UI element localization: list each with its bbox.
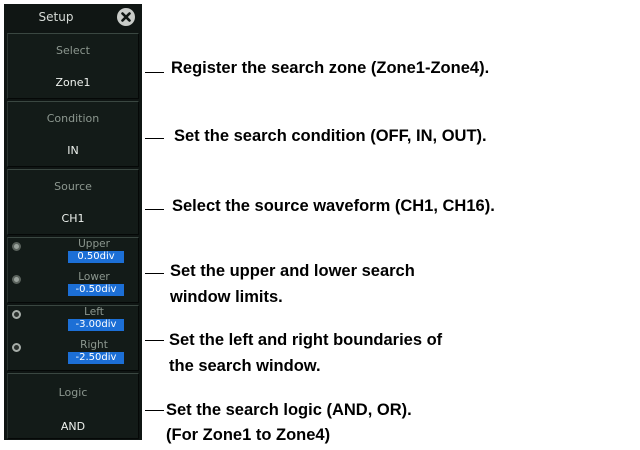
lower-value-field[interactable]: -0.50div: [68, 284, 124, 296]
lower-label: Lower: [78, 271, 110, 283]
select-zone-button[interactable]: Select Zone1: [7, 33, 139, 99]
annotation-left-right-line2: the search window.: [169, 357, 321, 375]
annotation-source: Select the source waveform (CH1, CH16).: [172, 197, 495, 215]
annotation-logic-line2: (For Zone1 to Zone4): [166, 426, 331, 444]
close-icon: [121, 12, 131, 22]
annotation-upper-lower-line1: Set the upper and lower search: [170, 262, 415, 280]
right-value-field[interactable]: -2.50div: [68, 352, 124, 364]
condition-value: IN: [67, 144, 79, 157]
source-label: Source: [54, 180, 92, 193]
setup-menu-panel: Setup Select Zone1 Condition IN Source C…: [4, 4, 142, 440]
right-radio[interactable]: [12, 343, 21, 352]
source-value: CH1: [61, 212, 85, 225]
select-value: Zone1: [55, 76, 91, 89]
menu-header: Setup: [4, 4, 142, 30]
upper-radio[interactable]: [12, 242, 21, 251]
leader-line-upper-lower: [145, 273, 164, 274]
left-right-group: Left -3.00div Right -2.50div: [7, 305, 139, 371]
logic-value: AND: [60, 420, 86, 433]
upper-value-field[interactable]: 0.50div: [68, 251, 124, 263]
lower-radio[interactable]: [12, 275, 21, 284]
logic-label: Logic: [58, 386, 88, 399]
upper-lower-group: Upper 0.50div Lower -0.50div: [7, 237, 139, 303]
left-radio[interactable]: [12, 310, 21, 319]
source-button[interactable]: Source CH1: [7, 169, 139, 235]
left-value-field[interactable]: -3.00div: [68, 319, 124, 331]
leader-line-condition: [145, 138, 164, 139]
annotation-upper-lower-line2: window limits.: [170, 288, 283, 306]
annotation-left-right-line1: Set the left and right boundaries of: [169, 331, 443, 349]
menu-title: Setup: [38, 10, 74, 24]
condition-button[interactable]: Condition IN: [7, 101, 139, 167]
condition-label: Condition: [46, 112, 100, 125]
annotation-select: Register the search zone (Zone1-Zone4).: [171, 59, 490, 77]
right-label: Right: [80, 339, 108, 351]
leader-line-logic: [145, 410, 164, 411]
leader-line-left-right: [145, 340, 164, 341]
left-label: Left: [84, 306, 104, 318]
annotation-logic-line1: Set the search logic (AND, OR).: [166, 401, 412, 419]
upper-label: Upper: [78, 238, 110, 250]
annotation-condition: Set the search condition (OFF, IN, OUT).: [174, 127, 487, 145]
logic-button[interactable]: Logic AND: [7, 373, 139, 439]
leader-line-source: [145, 209, 164, 210]
leader-line-select: [145, 72, 164, 73]
close-button[interactable]: [117, 8, 135, 26]
select-label: Select: [56, 44, 90, 57]
